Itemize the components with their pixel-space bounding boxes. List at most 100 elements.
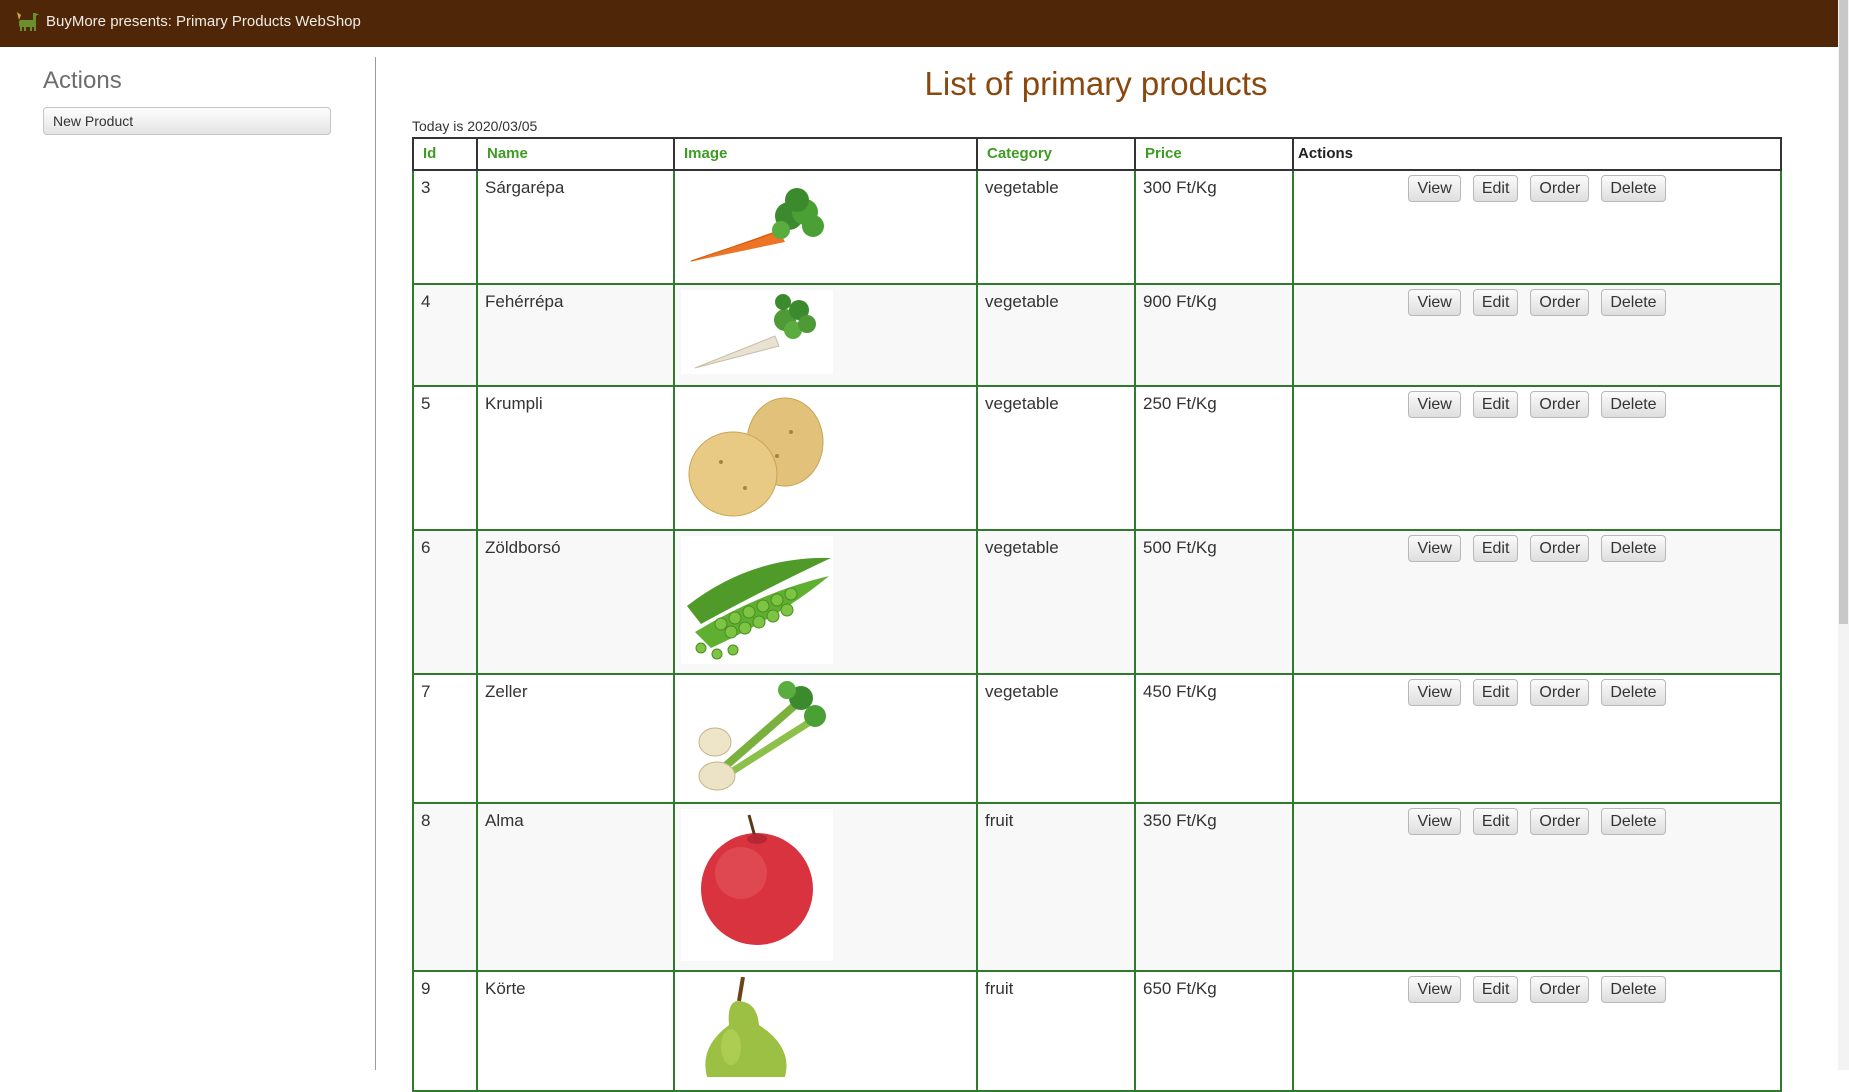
delete-button[interactable]: Delete: [1601, 391, 1666, 418]
cell-price: 350 Ft/Kg: [1134, 802, 1294, 972]
cell-price: 300 Ft/Kg: [1134, 169, 1294, 285]
view-button[interactable]: View: [1408, 808, 1461, 835]
cell-image: [673, 802, 978, 972]
cell-price: 900 Ft/Kg: [1134, 283, 1294, 387]
cell-category: vegetable: [976, 529, 1136, 675]
cell-price: 250 Ft/Kg: [1134, 385, 1294, 531]
table-row: 5 Krumpli vegetable 250 Ft/Kg View Edit …: [412, 385, 1782, 531]
cell-actions: View Edit Order Delete: [1292, 673, 1782, 804]
cell-name: Fehérrépa: [476, 283, 675, 387]
edit-button[interactable]: Edit: [1472, 175, 1519, 202]
cell-actions: View Edit Order Delete: [1292, 283, 1782, 387]
column-header-actions: Actions: [1292, 137, 1782, 171]
new-product-button[interactable]: New Product: [43, 107, 331, 135]
cell-actions: View Edit Order Delete: [1292, 529, 1782, 675]
view-button[interactable]: View: [1408, 289, 1461, 316]
column-header-id[interactable]: Id: [412, 137, 478, 171]
delete-button[interactable]: Delete: [1601, 289, 1666, 316]
page-title: List of primary products: [924, 65, 1268, 102]
view-button[interactable]: View: [1408, 391, 1461, 418]
cell-id: 8: [412, 802, 478, 972]
cell-category: vegetable: [976, 673, 1136, 804]
cell-id: 9: [412, 970, 478, 1092]
cell-id: 3: [412, 169, 478, 285]
cell-actions: View Edit Order Delete: [1292, 169, 1782, 285]
potato-image: [681, 392, 833, 520]
cell-category: vegetable: [976, 283, 1136, 387]
table-row: 6 Zöldborsó vegetable 500 Ft/Kg View Edi…: [412, 529, 1782, 675]
celery-image: [681, 680, 833, 792]
edit-button[interactable]: Edit: [1472, 289, 1519, 316]
table-header-row: Id Name Image Category Price Actions: [412, 137, 1782, 171]
cell-image: [673, 673, 978, 804]
cell-name: Zeller: [476, 673, 675, 804]
app-title: BuyMore presents: Primary Products WebSh…: [46, 13, 361, 30]
edit-button[interactable]: Edit: [1472, 679, 1519, 706]
cell-id: 7: [412, 673, 478, 804]
scrollbar-thumb[interactable]: [1839, 0, 1848, 624]
order-button[interactable]: Order: [1530, 535, 1590, 562]
cell-category: fruit: [976, 802, 1136, 972]
cell-category: vegetable: [976, 385, 1136, 531]
cell-id: 6: [412, 529, 478, 675]
table-row: 9 Körte fruit 650 Ft/Kg View Edit Order Del…: [412, 970, 1782, 1092]
column-header-image[interactable]: Image: [673, 137, 978, 171]
edit-button[interactable]: Edit: [1472, 808, 1519, 835]
view-button[interactable]: View: [1408, 535, 1461, 562]
cell-price: 500 Ft/Kg: [1134, 529, 1294, 675]
today-date: Today is 2020/03/05: [412, 118, 538, 134]
order-button[interactable]: Order: [1530, 679, 1590, 706]
sidebar-divider: [375, 57, 376, 1070]
order-button[interactable]: Order: [1530, 175, 1590, 202]
cell-image: [673, 169, 978, 285]
delete-button[interactable]: Delete: [1601, 535, 1666, 562]
delete-button[interactable]: Delete: [1601, 976, 1666, 1003]
pear-image: [681, 977, 833, 1077]
cell-category: vegetable: [976, 169, 1136, 285]
cell-price: 450 Ft/Kg: [1134, 673, 1294, 804]
llama-icon: [17, 12, 39, 31]
edit-button[interactable]: Edit: [1472, 535, 1519, 562]
sidebar-heading: Actions: [43, 67, 122, 94]
column-header-price[interactable]: Price: [1134, 137, 1294, 171]
cell-actions: View Edit Order Delete: [1292, 802, 1782, 972]
view-button[interactable]: View: [1408, 976, 1461, 1003]
table-row: 3 Sárgarépa vegetable 300 Ft/Kg View Edi…: [412, 169, 1782, 285]
page-scrollbar[interactable]: [1838, 0, 1849, 1070]
order-button[interactable]: Order: [1530, 976, 1590, 1003]
cell-name: Zöldborsó: [476, 529, 675, 675]
cell-actions: View Edit Order Delete: [1292, 970, 1782, 1092]
cell-actions: View Edit Order Delete: [1292, 385, 1782, 531]
column-header-name[interactable]: Name: [476, 137, 675, 171]
edit-button[interactable]: Edit: [1472, 976, 1519, 1003]
delete-button[interactable]: Delete: [1601, 679, 1666, 706]
cell-image: [673, 385, 978, 531]
cell-name: Sárgarépa: [476, 169, 675, 285]
edit-button[interactable]: Edit: [1472, 391, 1519, 418]
peas-image: [681, 536, 833, 664]
cell-image: [673, 970, 978, 1092]
order-button[interactable]: Order: [1530, 391, 1590, 418]
delete-button[interactable]: Delete: [1601, 175, 1666, 202]
cell-id: 5: [412, 385, 478, 531]
top-bar: BuyMore presents: Primary Products WebSh…: [0, 0, 1838, 47]
parsley-root-image: [681, 290, 833, 374]
products-table: Id Name Image Category Price Actions 3 S…: [412, 137, 1782, 1092]
cell-image: [673, 529, 978, 675]
cell-name: Alma: [476, 802, 675, 972]
carrot-image: [681, 176, 833, 276]
order-button[interactable]: Order: [1530, 289, 1590, 316]
cell-price: 650 Ft/Kg: [1134, 970, 1294, 1092]
table-row: 4 Fehérrépa vegetable 900 Ft/Kg View Edi…: [412, 283, 1782, 387]
apple-image: [681, 809, 833, 961]
table-row: 8 Alma fruit 350 Ft/Kg View Edit Order Dele…: [412, 802, 1782, 972]
view-button[interactable]: View: [1408, 175, 1461, 202]
delete-button[interactable]: Delete: [1601, 808, 1666, 835]
cell-image: [673, 283, 978, 387]
cell-name: Krumpli: [476, 385, 675, 531]
cell-category: fruit: [976, 970, 1136, 1092]
cell-id: 4: [412, 283, 478, 387]
view-button[interactable]: View: [1408, 679, 1461, 706]
order-button[interactable]: Order: [1530, 808, 1590, 835]
column-header-category[interactable]: Category: [976, 137, 1136, 171]
